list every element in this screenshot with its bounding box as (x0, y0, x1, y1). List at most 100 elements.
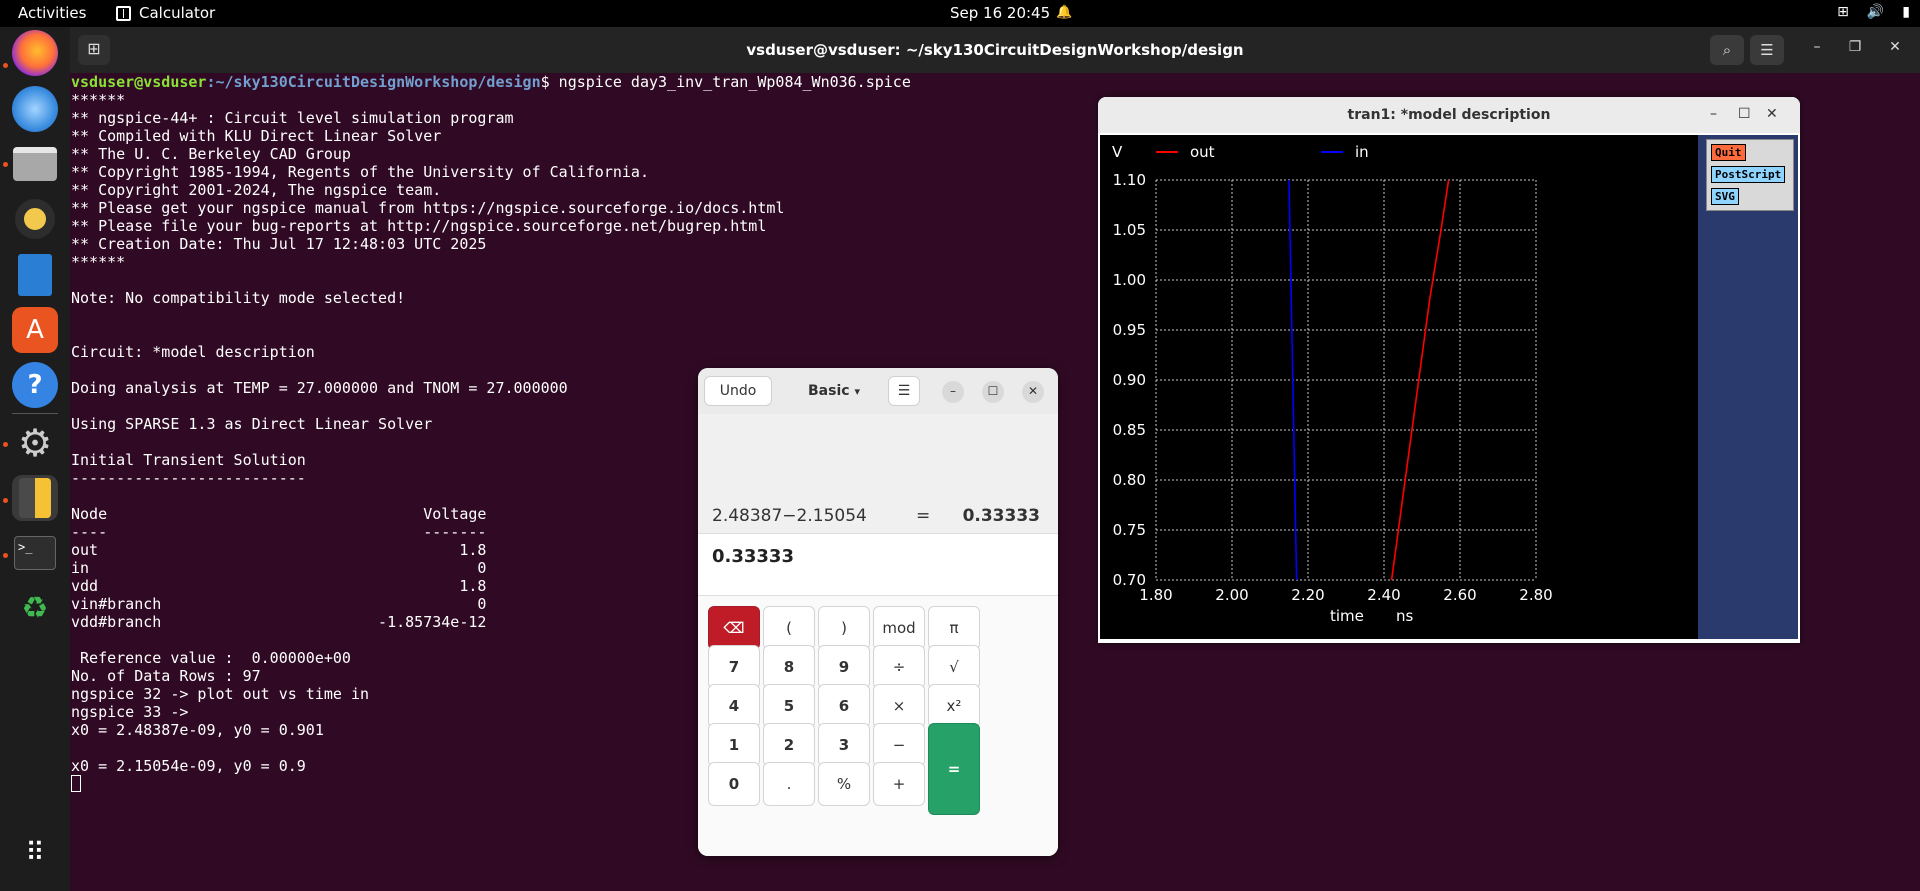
settings-icon[interactable]: ⚙ (12, 420, 58, 466)
plot-close-button[interactable]: ✕ (1766, 106, 1778, 122)
keypad: ⌫() mod π 7 8 9 ÷ √ 4 5 6 × x² 1 2 3− = 0.% + (698, 596, 1058, 856)
volume-icon: 🔊 (1866, 4, 1885, 20)
undo-button[interactable]: Undo (704, 376, 772, 406)
plot-maximize-button[interactable]: ☐ (1738, 106, 1751, 122)
minimize-button[interactable]: – (942, 381, 964, 403)
mode-label: Basic (808, 383, 850, 399)
dock: A ? ⚙ >_ ♻ ⠿ (0, 27, 70, 891)
close-button[interactable]: ✕ (1884, 39, 1906, 55)
entry-value: 0.33333 (712, 546, 794, 567)
running-indicator (3, 63, 8, 68)
postscript-button[interactable]: PostScript (1711, 166, 1786, 183)
x-axis-unit: ns (1396, 607, 1414, 625)
open-paren-button[interactable]: ( (763, 606, 815, 650)
backspace-button[interactable]: ⌫ (708, 606, 760, 650)
calculator-entry[interactable]: 0.33333 (698, 534, 1058, 596)
network-icon: ⊞ (1837, 4, 1849, 20)
x-axis-label: time (1330, 607, 1364, 625)
divide-button[interactable]: ÷ (873, 645, 925, 689)
search-button[interactable]: ⌕ (1710, 35, 1744, 65)
app-menu[interactable]: Calculator (116, 4, 215, 22)
running-indicator (3, 162, 8, 167)
digit-8-button[interactable]: 8 (763, 645, 815, 689)
menu-button[interactable]: ☰ (888, 376, 920, 406)
trash-icon[interactable]: ♻ (12, 585, 58, 631)
mod-button[interactable]: mod (873, 606, 925, 650)
digit-9-button[interactable]: 9 (818, 645, 870, 689)
plot-area[interactable]: 1.80 2.00 2.20 2.40 2.60 2.80 1.10 1.05 1.00 0.95… (1100, 135, 1698, 639)
y-tick-label: 0.70 (1113, 571, 1146, 589)
top-bar: Activities Calculator Sep 16 20:45 🔔 ⊞ 🔊… (0, 0, 1920, 27)
terminal-title: vsduser@vsduser: ~/sky130CircuitDesignWo… (746, 41, 1244, 59)
digit-6-button[interactable]: 6 (818, 684, 870, 728)
history-panel: 2.48387−2.15054 = 0.33333 (698, 414, 1058, 534)
y-tick-label: 0.75 (1113, 521, 1146, 539)
history-result[interactable]: 0.33333 (963, 506, 1040, 526)
menu-button[interactable]: ☰ (1750, 35, 1784, 65)
x-tick-label: 2.20 (1291, 586, 1324, 604)
y-tick-label: 1.00 (1113, 271, 1146, 289)
app-menu-label: Calculator (139, 4, 216, 22)
close-button[interactable]: ✕ (1022, 381, 1044, 403)
sqrt-button[interactable]: √ (928, 645, 980, 689)
plot-window[interactable]: tran1: *model description – ☐ ✕ 1.80 2.00… (1098, 97, 1800, 643)
calculator-icon[interactable] (12, 475, 58, 521)
close-paren-button[interactable]: ) (818, 606, 870, 650)
prompt-user: vsduser@vsduser (71, 73, 207, 91)
writer-icon[interactable] (12, 252, 58, 298)
y-tick-label: 1.05 (1113, 221, 1146, 239)
y-tick-label: 0.85 (1113, 421, 1146, 439)
multiply-button[interactable]: × (873, 684, 925, 728)
digit-3-button[interactable]: 3 (818, 723, 870, 767)
y-tick-label: 0.95 (1113, 321, 1146, 339)
square-button[interactable]: x² (928, 684, 980, 728)
digit-1-button[interactable]: 1 (708, 723, 760, 767)
percent-button[interactable]: % (818, 762, 870, 806)
terminal-icon[interactable]: >_ (12, 530, 58, 576)
digit-0-button[interactable]: 0 (708, 762, 760, 806)
chevron-down-icon: ▾ (854, 385, 860, 398)
notification-bell-icon: 🔔 (1056, 5, 1073, 20)
app-center-icon[interactable]: A (12, 307, 58, 353)
prompt-path: :~/sky130CircuitDesignWorkshop/design (206, 73, 541, 91)
digit-2-button[interactable]: 2 (763, 723, 815, 767)
system-tray[interactable]: ⊞ 🔊 ▮ (1837, 4, 1910, 20)
rhythmbox-icon[interactable] (12, 196, 58, 242)
digit-7-button[interactable]: 7 (708, 645, 760, 689)
files-icon[interactable] (12, 141, 58, 187)
legend-label-in: in (1355, 143, 1369, 161)
plot-minimize-button[interactable]: – (1710, 106, 1717, 122)
history-expression[interactable]: 2.48387−2.15054 (712, 506, 867, 526)
digit-4-button[interactable]: 4 (708, 684, 760, 728)
clock[interactable]: Sep 16 20:45 (950, 4, 1050, 22)
add-button[interactable]: + (873, 762, 925, 806)
firefox-icon[interactable] (12, 30, 58, 76)
quit-button[interactable]: Quit (1711, 144, 1746, 161)
subtract-button[interactable]: − (873, 723, 925, 767)
decimal-button[interactable]: . (763, 762, 815, 806)
series-line-in (1288, 179, 1298, 581)
x-tick-label: 2.80 (1519, 586, 1552, 604)
calculator-icon (116, 5, 131, 21)
digit-5-button[interactable]: 5 (763, 684, 815, 728)
help-icon[interactable]: ? (12, 362, 58, 408)
maximize-button[interactable]: ☐ (982, 381, 1004, 403)
thunderbird-icon[interactable] (12, 86, 58, 132)
calculator-window[interactable]: Undo Basic ▾ ☰ – ☐ ✕ 2.48387−2.15054 = 0… (698, 368, 1058, 856)
svg-button[interactable]: SVG (1711, 188, 1739, 205)
mode-selector[interactable]: Basic ▾ (808, 376, 880, 406)
pi-button[interactable]: π (928, 606, 980, 650)
plot-sidebar: Quit PostScript SVG (1698, 135, 1798, 639)
battery-icon: ▮ (1902, 4, 1910, 20)
running-indicator (3, 498, 8, 503)
y-tick-label: 1.10 (1113, 171, 1146, 189)
show-apps-icon[interactable]: ⠿ (12, 830, 58, 876)
maximize-button[interactable]: ❐ (1844, 39, 1866, 55)
calculator-header: Undo Basic ▾ ☰ – ☐ ✕ (698, 368, 1058, 414)
equals-button[interactable]: = (928, 723, 980, 815)
minimize-button[interactable]: – (1806, 39, 1828, 55)
running-indicator (3, 553, 8, 558)
activities-button[interactable]: Activities (18, 4, 86, 22)
x-tick-label: 2.00 (1215, 586, 1248, 604)
x-tick-label: 2.60 (1443, 586, 1476, 604)
